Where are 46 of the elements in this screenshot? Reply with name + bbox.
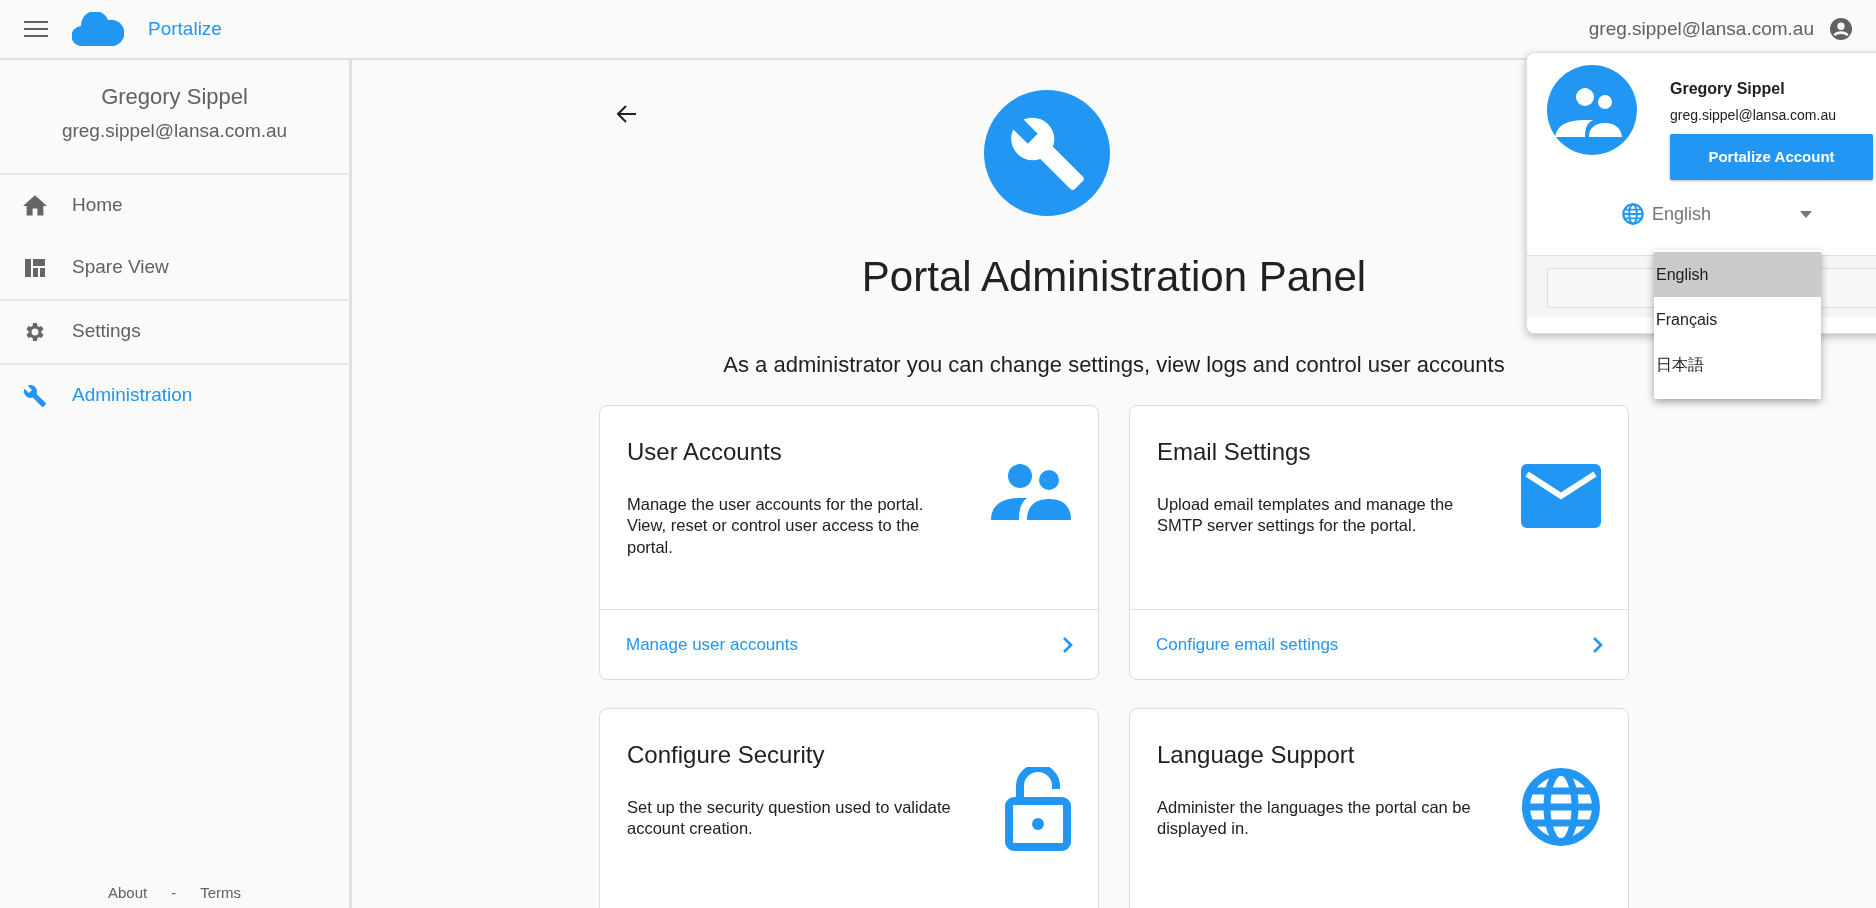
language-option[interactable]: Français	[1654, 297, 1821, 342]
people-icon	[991, 464, 1071, 520]
chevron-right-icon	[1592, 635, 1603, 654]
page-subtitle: As a administrator you can change settings, view logs and control user accounts	[722, 351, 1506, 379]
nav-item[interactable]: Spare View	[0, 236, 349, 299]
separator: -	[171, 882, 177, 903]
card-title: Configure Security	[627, 740, 826, 770]
account-button[interactable]: Portalize Account	[1670, 134, 1873, 180]
user-email: greg.sippel@lansa.com.au	[1588, 16, 1814, 41]
menu-icon[interactable]	[24, 20, 48, 38]
page-title: Portal Administration Panel	[860, 252, 1368, 302]
avatar-icon	[1547, 65, 1637, 155]
card-description: Upload email templates and manage the SMTP server settings for the portal.	[1157, 494, 1455, 537]
nav-item[interactable]: Administration	[0, 364, 349, 427]
card-title: Language Support	[1157, 740, 1356, 770]
card-link[interactable]: Configure email settings	[1156, 631, 1339, 658]
card-description: Manage the user accounts for the portal. View, reset or control user access to the portal.	[627, 494, 925, 558]
user-email: greg.sippel@lansa.com.au	[1670, 106, 1837, 125]
back-arrow-icon[interactable]	[617, 104, 637, 124]
globe-icon	[1622, 203, 1644, 225]
dashboard-icon	[25, 258, 45, 277]
cloud-logo-icon	[72, 12, 124, 46]
card-link[interactable]: Manage user accounts	[626, 631, 798, 658]
user-email: greg.sippel@lansa.com.au	[60, 119, 289, 143]
language-option[interactable]: 日本語	[1654, 342, 1821, 387]
user-name: Gregory Sippel	[1670, 79, 1786, 99]
home-icon	[23, 194, 47, 217]
chevron-right-icon	[1062, 635, 1073, 654]
wrench-icon	[23, 383, 47, 408]
unlocked-padlock-icon	[1005, 767, 1071, 851]
card-description: Administer the languages the portal can be displayed in.	[1157, 797, 1472, 840]
card-title: Email Settings	[1157, 437, 1312, 467]
language-select[interactable]: English	[1652, 200, 1812, 228]
caret-down-icon	[1800, 210, 1812, 218]
globe-icon	[1521, 767, 1601, 847]
card-description: Set up the security question used to validate account creation.	[627, 797, 952, 840]
nav-item[interactable]: Home	[0, 174, 349, 237]
wrench-badge-icon	[984, 90, 1110, 216]
user-name: Gregory Sippel	[100, 83, 249, 111]
footer-link[interactable]: Terms	[200, 881, 241, 904]
envelope-icon	[1521, 464, 1601, 528]
account-icon[interactable]	[1830, 18, 1852, 40]
language-option[interactable]: English	[1654, 252, 1821, 297]
nav-item[interactable]: Settings	[0, 300, 349, 363]
card-title: User Accounts	[627, 437, 783, 467]
footer-link[interactable]: About	[107, 881, 148, 904]
